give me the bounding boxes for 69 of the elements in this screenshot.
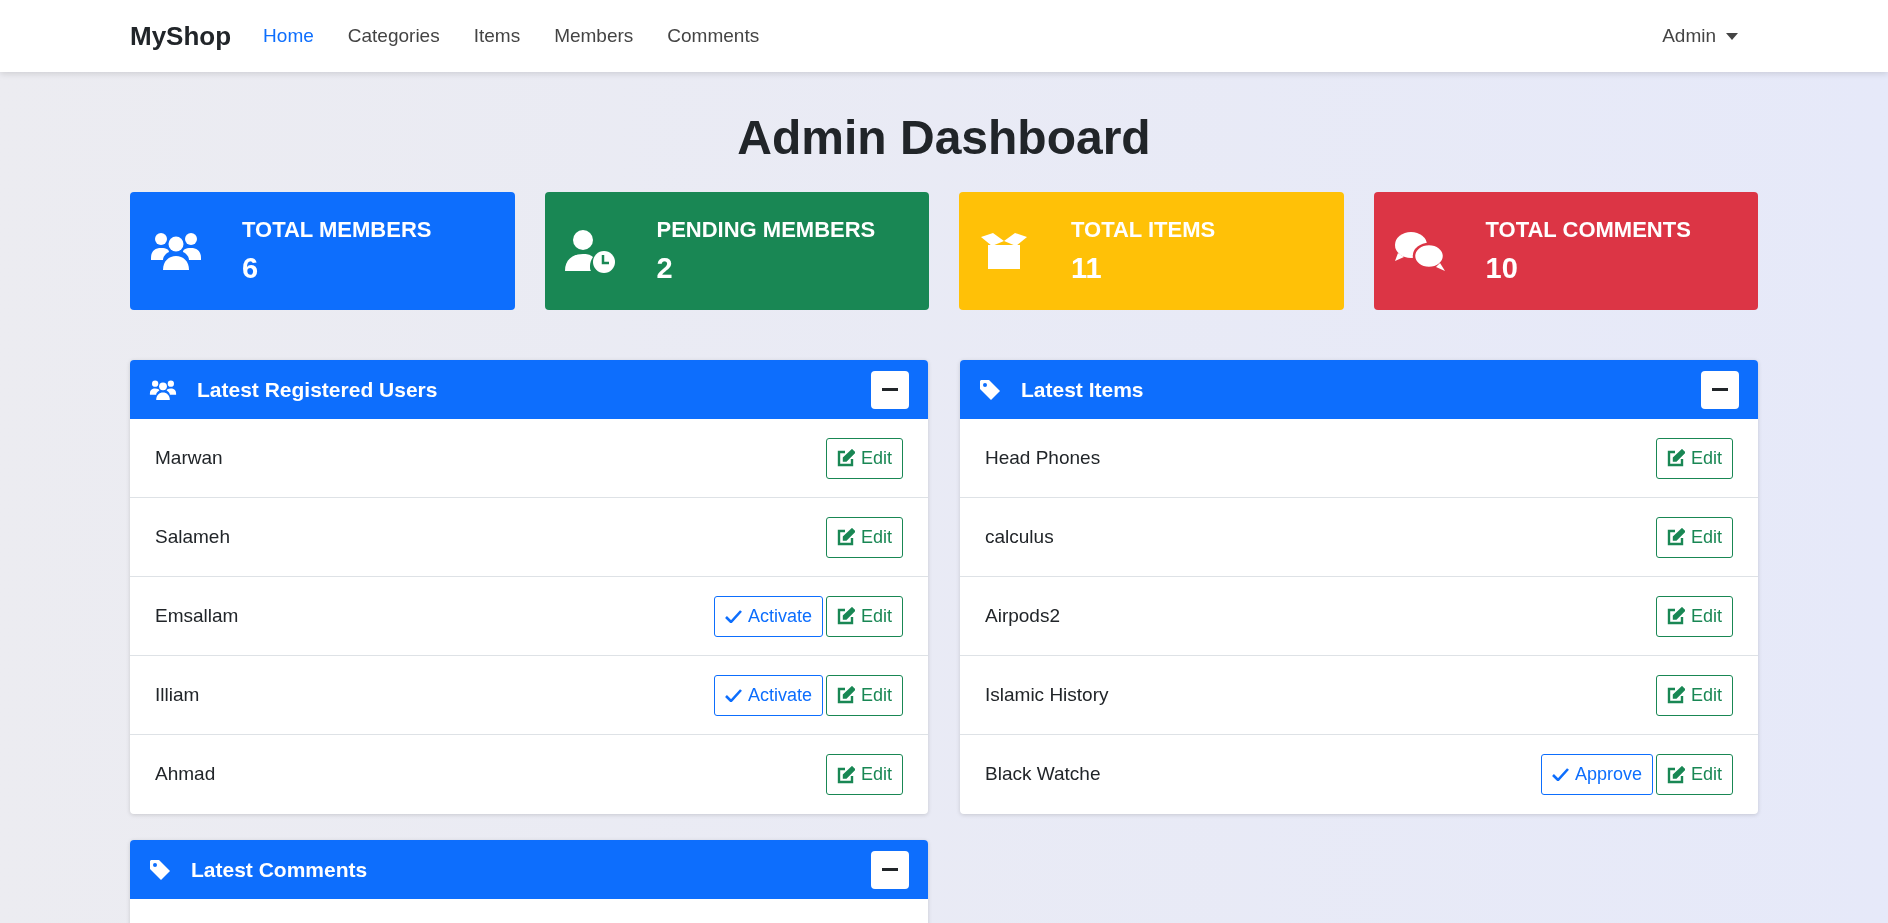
stat-value: 10 — [1485, 250, 1519, 286]
edit-button[interactable]: Edit — [825, 674, 903, 716]
user-menu[interactable]: Admin — [1662, 21, 1738, 51]
row-name: Illiam — [155, 682, 201, 707]
edit-icon — [1666, 686, 1685, 704]
minus-icon — [882, 868, 898, 871]
row-name: Black Watche — [985, 762, 1102, 787]
nav-link[interactable]: Home — [247, 21, 330, 51]
tag-icon — [979, 378, 1001, 401]
edit-button[interactable]: Edit — [1655, 516, 1733, 558]
check-icon — [1551, 768, 1569, 781]
row-name: Salameh — [155, 524, 231, 549]
edit-button[interactable]: Edit — [1655, 437, 1733, 479]
edit-button[interactable]: Edit — [825, 516, 903, 558]
confirm-button[interactable]: Activate — [713, 595, 823, 637]
edit-icon — [836, 449, 855, 467]
user-clock-icon — [564, 229, 617, 273]
speech-bubbles-icon — [1393, 230, 1446, 272]
edit-icon — [1666, 528, 1685, 546]
edit-icon — [836, 686, 855, 704]
edit-button[interactable]: Edit — [1655, 674, 1733, 716]
edit-button[interactable]: Edit — [1655, 595, 1733, 637]
stat-label: PENDING MEMBERS — [656, 216, 876, 244]
users-icon — [150, 230, 202, 272]
stat-value: 2 — [656, 250, 674, 286]
stat-label: TOTAL COMMENTS — [1485, 216, 1691, 244]
nav-link[interactable]: Items — [457, 21, 537, 51]
check-icon — [724, 688, 742, 702]
panel-title: Latest Comments — [191, 856, 369, 883]
panel-title: Latest Items — [1021, 376, 1145, 403]
caret-icon — [1726, 32, 1738, 40]
edit-icon — [836, 765, 855, 784]
row-name: calculus — [985, 524, 1055, 549]
confirm-button[interactable]: Activate — [713, 674, 823, 716]
tag-icon — [149, 858, 171, 881]
row-name: Marwan — [155, 445, 224, 470]
edit-icon — [1666, 449, 1685, 467]
edit-button[interactable]: Edit — [1655, 754, 1733, 795]
nav-link[interactable]: Comments — [651, 21, 776, 51]
collapse-button[interactable] — [871, 370, 909, 409]
users-icon — [149, 378, 177, 401]
panel-title: Latest Registered Users — [197, 376, 439, 403]
minus-icon — [1712, 388, 1728, 391]
edit-button[interactable]: Edit — [825, 754, 903, 795]
brand-link[interactable]: MyShop — [130, 16, 232, 56]
edit-button[interactable]: Edit — [825, 595, 903, 637]
stat-value: 11 — [1071, 250, 1103, 286]
stat-label: TOTAL MEMBERS — [242, 216, 432, 244]
stat-label: TOTAL ITEMS — [1071, 216, 1216, 244]
page-title: Admin Dashboard — [736, 114, 1152, 162]
edit-icon — [836, 607, 855, 625]
row-name: Islamic History — [985, 682, 1110, 707]
box-icon — [979, 231, 1029, 271]
edit-button[interactable]: Edit — [825, 437, 903, 479]
collapse-button[interactable] — [1701, 370, 1739, 409]
nav-link[interactable]: Members — [538, 21, 650, 51]
minus-icon — [882, 388, 898, 391]
nav-link[interactable]: Categories — [331, 21, 456, 51]
confirm-button[interactable]: Approve — [1540, 754, 1653, 795]
row-name: Airpods2 — [985, 603, 1061, 628]
stat-value: 6 — [242, 250, 260, 286]
row-name: Emsallam — [155, 603, 240, 628]
edit-icon — [1666, 607, 1685, 625]
row-name: Ahmad — [155, 762, 217, 787]
collapse-button[interactable] — [871, 850, 909, 889]
check-icon — [724, 609, 742, 623]
edit-icon — [1666, 765, 1685, 784]
row-name: Head Phones — [985, 445, 1102, 470]
edit-icon — [836, 528, 855, 546]
